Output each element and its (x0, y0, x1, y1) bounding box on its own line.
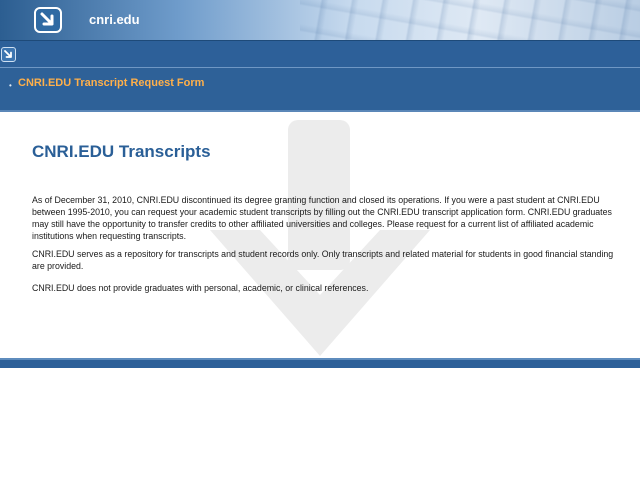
site-header: cnri.edu (0, 0, 640, 40)
bullet-icon: • (9, 81, 12, 90)
repository-paragraph: CNRI.EDU serves as a repository for tran… (32, 249, 614, 271)
toolbar (0, 40, 640, 68)
arrow-down-right-icon (40, 12, 54, 26)
main-content: CNRI.EDU Transcripts As of December 31, … (0, 112, 640, 358)
arrow-down-right-icon (4, 50, 12, 58)
footer-bar (0, 358, 640, 368)
nav-link-transcript-request-form[interactable]: CNRI.EDU Transcript Request Form (18, 77, 204, 89)
home-button[interactable] (1, 47, 16, 62)
references-paragraph: CNRI.EDU does not provide graduates with… (32, 283, 369, 293)
nav-bar: • CNRI.EDU Transcript Request Form (0, 68, 640, 112)
keyboard-background-image (300, 0, 640, 40)
intro-paragraph: As of December 31, 2010, CNRI.EDU discon… (32, 195, 612, 241)
site-brand[interactable]: cnri.edu (89, 12, 140, 27)
site-logo[interactable] (34, 7, 62, 33)
page-title: CNRI.EDU Transcripts (32, 142, 211, 161)
